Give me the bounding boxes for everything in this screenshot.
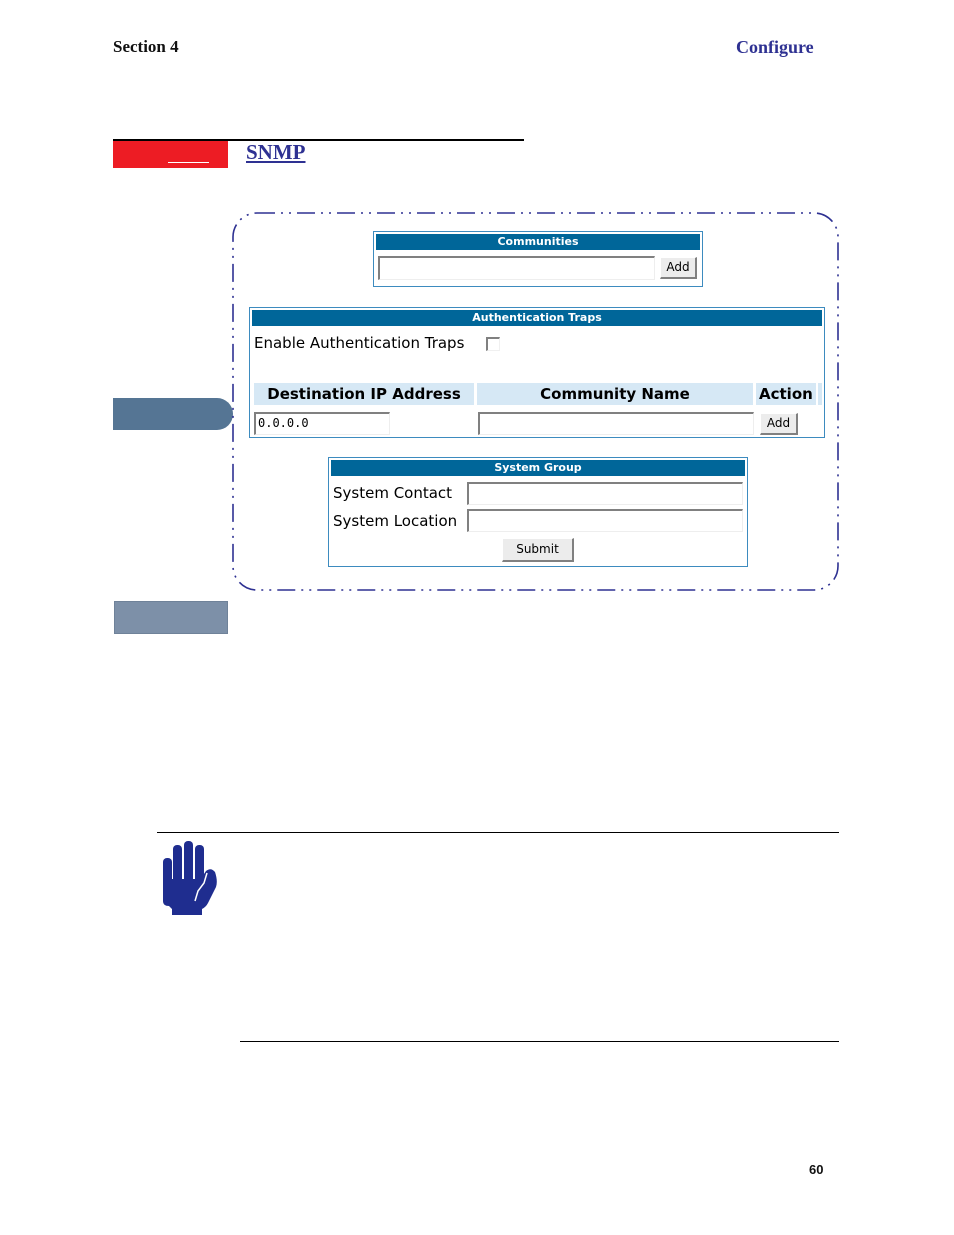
system-location-label: System Location — [333, 512, 458, 530]
column-header-spacer — [818, 383, 822, 405]
system-location-input[interactable] — [467, 509, 743, 532]
column-header-action: Action — [756, 383, 816, 405]
destination-ip-input[interactable]: 0.0.0.0 — [254, 412, 390, 435]
system-group-panel: System Group System Contact System Locat… — [328, 457, 748, 567]
communities-panel: Communities Add — [373, 231, 703, 287]
column-header-destination-ip: Destination IP Address — [254, 383, 474, 405]
title-accent-block — [113, 141, 228, 168]
communities-add-button[interactable]: Add — [660, 257, 697, 279]
system-contact-input[interactable] — [467, 482, 743, 505]
section-label: Section 4 — [113, 37, 179, 56]
system-group-heading: System Group — [331, 460, 745, 476]
auth-traps-add-button[interactable]: Add — [760, 413, 798, 435]
auth-traps-heading: Authentication Traps — [252, 310, 822, 326]
column-header-community-name: Community Name — [477, 383, 753, 405]
accent-underline — [168, 162, 209, 163]
submit-button[interactable]: Submit — [502, 538, 574, 562]
note-rule-top — [157, 832, 839, 833]
enable-auth-traps-label: Enable Authentication Traps — [254, 334, 465, 352]
enable-auth-traps-checkbox[interactable] — [486, 337, 500, 351]
stop-hand-icon — [163, 841, 217, 915]
auth-traps-panel: Authentication Traps Enable Authenticati… — [249, 307, 825, 438]
page-number: 60 — [809, 1162, 824, 1177]
system-contact-label: System Contact — [333, 484, 453, 502]
page-title[interactable]: SNMP — [246, 140, 306, 165]
trap-community-name-input[interactable] — [478, 412, 754, 435]
communities-heading: Communities — [376, 234, 700, 250]
side-tab-lower — [114, 601, 228, 634]
chapter-label: Configure — [736, 37, 814, 57]
community-input[interactable] — [378, 256, 655, 280]
note-rule-bottom — [240, 1041, 839, 1042]
side-tab-upper — [113, 398, 233, 430]
